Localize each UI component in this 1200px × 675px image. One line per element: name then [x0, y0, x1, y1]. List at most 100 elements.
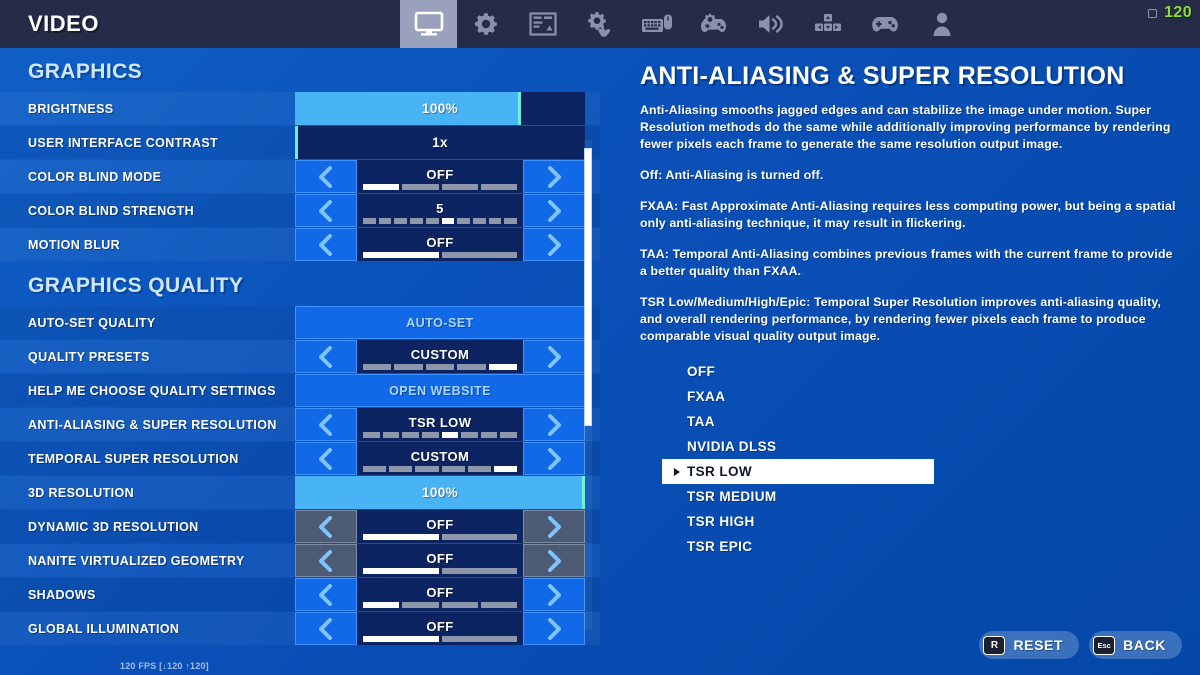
setting-control[interactable]: OFF — [295, 510, 585, 543]
tab-input-keys[interactable] — [799, 0, 856, 48]
setting-row-color-blind-mode[interactable]: COLOR BLIND MODE OFF — [0, 160, 600, 193]
chevron-left-icon[interactable] — [295, 160, 357, 193]
option-tsr-high[interactable]: TSR HIGH — [662, 509, 1178, 534]
chevron-left-icon[interactable] — [295, 612, 357, 645]
setting-row-help-me-choose-quality-settings[interactable]: HELP ME CHOOSE QUALITY SETTINGS OPEN WEBS… — [0, 374, 600, 407]
chevron-right-icon[interactable] — [523, 442, 585, 475]
chevron-right-icon[interactable] — [523, 160, 585, 193]
setting-row-brightness[interactable]: BRIGHTNESS 100% — [0, 92, 600, 125]
stepper-nanite-virtualized-geometry[interactable]: OFF — [295, 544, 585, 577]
setting-row-3d-resolution[interactable]: 3D RESOLUTION 100% — [0, 476, 600, 509]
setting-control[interactable]: OFF — [295, 544, 585, 577]
option-tsr-low[interactable]: TSR LOW — [662, 459, 934, 484]
chevron-right-icon[interactable] — [523, 544, 585, 577]
tab-video[interactable] — [400, 0, 457, 48]
chevron-right-icon[interactable] — [523, 510, 585, 543]
chevron-left-icon[interactable] — [295, 340, 357, 373]
setting-control[interactable]: CUSTOM — [295, 442, 585, 475]
button-open-website[interactable]: OPEN WEBSITE — [295, 374, 585, 407]
stepper-motion-blur[interactable]: OFF — [295, 228, 585, 261]
option-tsr-medium[interactable]: TSR MEDIUM — [662, 484, 1178, 509]
maximize-icon[interactable] — [1148, 8, 1158, 18]
option-taa[interactable]: TAA — [662, 409, 1178, 434]
setting-row-temporal-super-resolution[interactable]: TEMPORAL SUPER RESOLUTION CUSTOM — [0, 442, 600, 475]
stepper-value-area[interactable]: CUSTOM — [357, 442, 523, 475]
tab-account[interactable] — [913, 0, 970, 48]
setting-control[interactable]: 1x — [295, 126, 585, 159]
back-button[interactable]: Esc BACK — [1089, 631, 1182, 659]
option-nvidia-dlss[interactable]: NVIDIA DLSS — [662, 434, 1178, 459]
stepper-value-area[interactable]: CUSTOM — [357, 340, 523, 373]
stepper-value-area[interactable]: OFF — [357, 612, 523, 645]
setting-row-dynamic-3d-resolution[interactable]: DYNAMIC 3D RESOLUTION OFF — [0, 510, 600, 543]
setting-row-auto-set-quality[interactable]: AUTO-SET QUALITY AUTO-SET — [0, 306, 600, 339]
stepper-color-blind-strength[interactable]: 5 — [295, 194, 585, 227]
segment-5 — [488, 364, 518, 370]
stepper-color-blind-mode[interactable]: OFF — [295, 160, 585, 193]
stepper-value-area[interactable]: OFF — [357, 510, 523, 543]
chevron-left-icon[interactable] — [295, 442, 357, 475]
chevron-left-icon[interactable] — [295, 228, 357, 261]
tab-controller-options[interactable] — [685, 0, 742, 48]
chevron-left-icon[interactable] — [295, 578, 357, 611]
tab-game[interactable] — [457, 0, 514, 48]
stepper-value-area[interactable]: 5 — [357, 194, 523, 227]
slider-3d-resolution[interactable]: 100% — [295, 476, 585, 509]
tab-keyboard-mouse[interactable] — [628, 0, 685, 48]
chevron-left-icon[interactable] — [295, 194, 357, 227]
settings-list-panel[interactable]: GRAPHICS BRIGHTNESS 100% USER INTERFACE CON… — [0, 48, 600, 675]
setting-control[interactable]: 5 — [295, 194, 585, 227]
setting-row-nanite-virtualized-geometry[interactable]: NANITE VIRTUALIZED GEOMETRY OFF — [0, 544, 600, 577]
setting-control[interactable]: 100% — [295, 92, 585, 125]
chevron-left-icon[interactable] — [295, 544, 357, 577]
stepper-anti-aliasing-super-resolution[interactable]: TSR LOW — [295, 408, 585, 441]
button-auto-set[interactable]: AUTO-SET — [295, 306, 585, 339]
stepper-value-area[interactable]: OFF — [357, 228, 523, 261]
chevron-right-icon[interactable] — [523, 194, 585, 227]
stepper-temporal-super-resolution[interactable]: CUSTOM — [295, 442, 585, 475]
stepper-value-area[interactable]: OFF — [357, 160, 523, 193]
settings-scrollbar-thumb[interactable] — [584, 148, 592, 426]
setting-control[interactable]: 100% — [295, 476, 585, 509]
chevron-right-icon[interactable] — [523, 228, 585, 261]
reset-button[interactable]: R RESET — [979, 631, 1080, 659]
option-off[interactable]: OFF — [662, 359, 1178, 384]
option-list[interactable]: OFF FXAA TAA NVIDIA DLSS TSR LOW TSR MEDIUM TS… — [662, 359, 1178, 559]
chevron-right-icon[interactable] — [523, 340, 585, 373]
slider-brightness[interactable]: 100% — [295, 92, 585, 125]
slider-user-interface-contrast[interactable]: 1x — [295, 126, 585, 159]
tab-hud-layout[interactable] — [514, 0, 571, 48]
option-fxaa[interactable]: FXAA — [662, 384, 1178, 409]
setting-control[interactable]: OFF — [295, 228, 585, 261]
chevron-right-icon[interactable] — [523, 408, 585, 441]
setting-row-motion-blur[interactable]: MOTION BLUR OFF — [0, 228, 600, 261]
stepper-value-area[interactable]: OFF — [357, 544, 523, 577]
setting-row-quality-presets[interactable]: QUALITY PRESETS CUSTOM — [0, 340, 600, 373]
stepper-quality-presets[interactable]: CUSTOM — [295, 340, 585, 373]
tab-touch-controls[interactable] — [571, 0, 628, 48]
setting-control[interactable]: TSR LOW — [295, 408, 585, 441]
setting-control[interactable]: OFF — [295, 160, 585, 193]
setting-control[interactable]: OPEN WEBSITE — [295, 374, 585, 407]
chevron-right-icon[interactable] — [523, 612, 585, 645]
option-tsr-epic[interactable]: TSR EPIC — [662, 534, 1178, 559]
stepper-dynamic-3d-resolution[interactable]: OFF — [295, 510, 585, 543]
setting-row-color-blind-strength[interactable]: COLOR BLIND STRENGTH 5 — [0, 194, 600, 227]
stepper-value-area[interactable]: TSR LOW — [357, 408, 523, 441]
setting-control[interactable]: CUSTOM — [295, 340, 585, 373]
setting-control[interactable]: OFF — [295, 612, 585, 645]
setting-row-global-illumination[interactable]: GLOBAL ILLUMINATION OFF — [0, 612, 600, 645]
tab-audio[interactable] — [742, 0, 799, 48]
tab-controller[interactable] — [856, 0, 913, 48]
setting-control[interactable]: OFF — [295, 578, 585, 611]
setting-row-user-interface-contrast[interactable]: USER INTERFACE CONTRAST 1x — [0, 126, 600, 159]
setting-control[interactable]: AUTO-SET — [295, 306, 585, 339]
stepper-value-area[interactable]: OFF — [357, 578, 523, 611]
setting-row-shadows[interactable]: SHADOWS OFF — [0, 578, 600, 611]
stepper-shadows[interactable]: OFF — [295, 578, 585, 611]
setting-row-anti-aliasing-super-resolution[interactable]: ANTI-ALIASING & SUPER RESOLUTION TSR LOW — [0, 408, 600, 441]
stepper-global-illumination[interactable]: OFF — [295, 612, 585, 645]
chevron-left-icon[interactable] — [295, 408, 357, 441]
chevron-right-icon[interactable] — [523, 578, 585, 611]
chevron-left-icon[interactable] — [295, 510, 357, 543]
